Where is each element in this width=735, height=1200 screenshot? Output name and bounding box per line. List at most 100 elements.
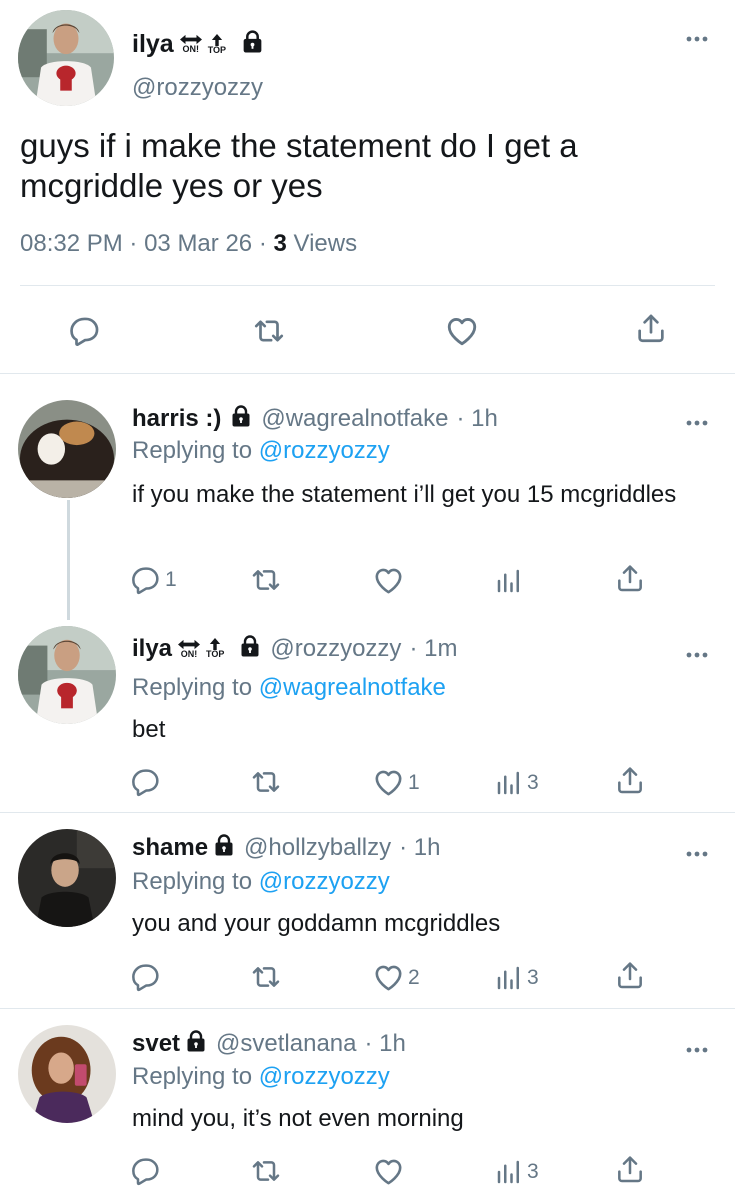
replying-prefix: Replying to [132,437,253,464]
author-handle[interactable]: @wagrealnotfake [261,405,448,433]
tweet-text: guys if i make the statement do I get a … [20,127,578,204]
reply-button[interactable] [130,1155,162,1187]
share-icon [634,311,668,345]
tweet-date: 03 Mar 26 [144,230,253,257]
share-button[interactable] [634,311,668,345]
views-button[interactable] [494,566,524,596]
main-tweet: ilya ON! TOP @rozzyozzy guys if i make t… [0,0,735,372]
divider [20,285,715,286]
views-icon [494,566,524,596]
reply-time: · 1m [409,634,458,662]
lock-icon [229,404,253,433]
mention-link[interactable]: @rozzyozzy [259,1063,390,1090]
share-button[interactable] [614,959,646,991]
replying-to: Replying to @rozzyozzy [132,1063,390,1091]
retweet-button[interactable] [252,314,286,348]
views-icon [494,1157,524,1187]
like-button[interactable] [372,564,405,597]
avatar[interactable] [18,626,116,724]
heart-icon [372,961,405,994]
reply-button[interactable] [68,314,102,348]
thread-line [67,500,70,620]
author-name[interactable]: ilya [132,30,174,59]
mention-link[interactable]: @rozzyozzy [259,868,390,895]
top-badge-label: TOP [207,44,227,55]
share-icon [614,1153,646,1185]
reply-time: · 1h [399,833,441,861]
avatar[interactable] [18,1025,116,1123]
reply-text: mind you, it’s not even morning [132,1105,464,1132]
replying-prefix: Replying to [132,1063,253,1090]
replying-to: Replying to @wagrealnotfake [132,674,446,702]
like-button[interactable] [444,313,480,349]
views-button[interactable]: 3 [494,963,539,993]
more-icon[interactable] [685,845,709,863]
retweet-icon [250,766,282,798]
lock-icon [240,29,265,59]
heart-icon [372,766,405,799]
like-button[interactable] [372,1155,405,1188]
reply-button[interactable] [130,961,162,993]
like-count: 1 [408,770,420,794]
tweet-meta: 08:32 PM · 03 Mar 26 · 3 Views [20,230,357,258]
more-icon[interactable] [685,30,709,48]
on-badge: ON! [180,34,202,54]
share-icon [614,562,646,594]
retweet-button[interactable] [250,564,282,596]
tweet-time: 08:32 PM [20,230,123,257]
author-name[interactable]: ilya [132,635,172,663]
retweet-icon [252,314,286,348]
author-handle[interactable]: @rozzyozzy [132,74,263,102]
author-name-row: ilya ON! TOP [132,26,265,62]
retweet-button[interactable] [250,766,282,798]
reply-tweet: ilya ON! TOP @rozzyozzy · 1m Replying to… [0,614,735,812]
meta-separator: · [258,230,267,257]
top-badge: TOP [206,638,224,659]
author-name[interactable]: svet [132,1030,180,1058]
reply-count: 1 [165,568,177,591]
share-button[interactable] [614,764,646,796]
author-handle[interactable]: @rozzyozzy [270,635,401,663]
reply-icon [130,1155,162,1187]
views-label[interactable]: Views [294,230,358,257]
reply-header: svet @svetlanana · 1h [132,1029,406,1058]
reply-text: if you make the statement i’ll get you 1… [132,481,677,508]
reply-header: shame @hollzyballzy · 1h [132,833,441,862]
retweet-button[interactable] [250,1155,282,1187]
views-count[interactable]: 3 [273,230,286,257]
reply-tweet: harris :) @wagrealnotfake · 1h Replying … [0,374,735,620]
author-handle[interactable]: @svetlanana [216,1030,356,1058]
views-icon [494,768,524,798]
author-name[interactable]: shame [132,834,208,862]
views-button[interactable]: 3 [494,1157,539,1187]
author-handle[interactable]: @hollzyballzy [244,834,391,862]
more-icon[interactable] [685,646,709,664]
reply-icon [68,314,102,348]
share-button[interactable] [614,562,646,594]
avatar[interactable] [18,829,116,927]
author-name[interactable]: harris :) [132,405,221,433]
avatar[interactable] [18,400,116,498]
retweet-button[interactable] [250,961,282,993]
heart-icon [372,1155,405,1188]
reply-button[interactable] [130,766,162,798]
share-button[interactable] [614,1153,646,1185]
reply-icon [130,961,162,993]
replying-to: Replying to @rozzyozzy [132,868,390,896]
more-icon[interactable] [685,414,709,432]
mention-link[interactable]: @wagrealnotfake [259,674,446,701]
like-button[interactable]: 2 [372,961,420,994]
views-count: 3 [527,771,539,794]
reply-text: bet [132,716,166,743]
more-icon[interactable] [685,1041,709,1059]
mention-link[interactable]: @rozzyozzy [259,437,390,464]
like-button[interactable]: 1 [372,766,420,799]
reply-button[interactable]: 1 [130,564,177,596]
replying-prefix: Replying to [132,868,253,895]
arrow-up-icon [211,34,223,46]
lock-icon [184,1029,208,1058]
views-button[interactable]: 3 [494,768,539,798]
avatar[interactable] [18,10,114,106]
top-badge: TOP [208,34,226,55]
replying-to: Replying to @rozzyozzy [132,437,390,465]
